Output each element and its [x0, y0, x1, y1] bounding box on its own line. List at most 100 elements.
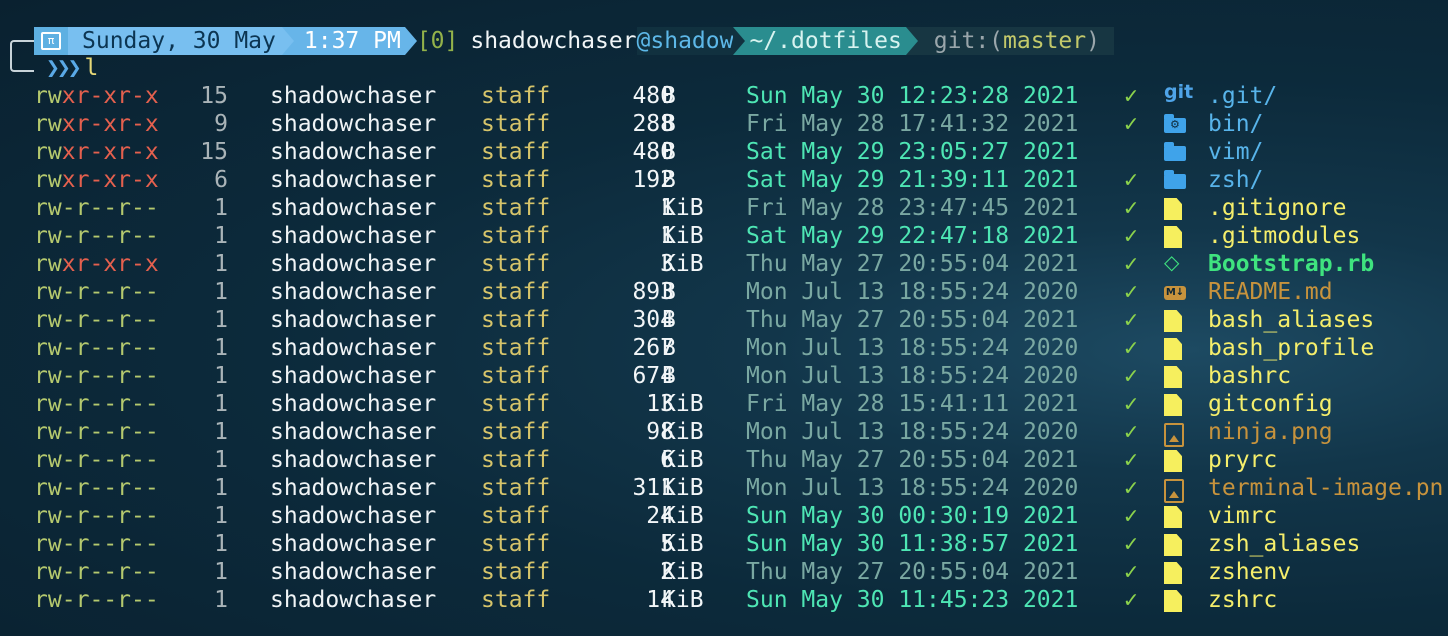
file-name[interactable]: Bootstrap.rb [1208, 250, 1374, 278]
file-name[interactable]: zsh_aliases [1208, 530, 1360, 558]
permissions: rw-r--r-- [34, 419, 159, 445]
permissions: rw-r--r-- [34, 279, 159, 305]
size-unit: B [662, 279, 676, 305]
git-status-check-icon: ✓ [1124, 167, 1138, 193]
permissions: rw-r--r-- [34, 503, 159, 529]
permissions: rwxr-xr-x [34, 83, 159, 109]
group: staff [481, 363, 551, 389]
prompt-host: @shadow [636, 27, 734, 55]
file-icon [1164, 226, 1182, 248]
list-item: rw-r--r-- 1 shadowchaser staff 24 KiB Sun May … [0, 502, 1448, 530]
owner: shadowchaser [270, 531, 437, 557]
modified-date: Thu May 27 20:55:04 2021 [746, 559, 1079, 585]
file-name[interactable]: bin/ [1208, 110, 1263, 138]
group: staff [481, 279, 551, 305]
file-name[interactable]: pryrc [1208, 446, 1277, 474]
group: staff [481, 587, 551, 613]
owner: shadowchaser [270, 251, 437, 277]
list-item: rw-r--r-- 1 shadowchaser staff 311 KiB Mon Jul… [0, 474, 1448, 503]
modified-date: Mon Jul 13 18:55:24 2020 [746, 363, 1079, 389]
modified-date: Sun May 30 11:38:57 2021 [746, 531, 1079, 557]
git-status-check-icon: ✓ [1124, 475, 1138, 501]
file-name[interactable]: .gitmodules [1208, 222, 1360, 250]
file-name[interactable]: zsh/ [1208, 166, 1263, 194]
shell-prompt: π Sunday, 30 May 1:37 PM [0] shadowchase… [34, 27, 1114, 55]
prompt-bracket [10, 40, 34, 72]
image-icon [1164, 479, 1184, 503]
group: staff [481, 251, 551, 277]
permissions: rw-r--r-- [34, 587, 159, 613]
modified-date: Sat May 29 22:47:18 2021 [746, 223, 1079, 249]
file-name[interactable]: terminal-image.pn [1208, 474, 1443, 502]
link-count: 1 [214, 391, 228, 417]
command-text[interactable]: l [85, 55, 99, 81]
file-name[interactable]: gitconfig [1208, 390, 1333, 418]
file-name[interactable]: ninja.png [1208, 418, 1333, 446]
list-item: rwxr-xr-x 9 shadowchaser staff 288 B Fri May 2… [0, 110, 1448, 139]
list-item: rw-r--r-- 1 shadowchaser staff 893 B Mon Jul 1… [0, 278, 1448, 306]
owner: shadowchaser [270, 363, 437, 389]
modified-date: Sun May 30 00:30:19 2021 [746, 503, 1079, 529]
git-status-check-icon: ✓ [1124, 503, 1138, 529]
link-count: 1 [214, 251, 228, 277]
git-branch: master [1003, 28, 1087, 54]
owner: shadowchaser [270, 195, 437, 221]
list-item: rw-r--r-- 1 shadowchaser staff 674 B Mon Jul 1… [0, 362, 1448, 390]
permissions: rw-r--r-- [34, 391, 159, 417]
git-status-check-icon: ✓ [1124, 335, 1138, 361]
owner: shadowchaser [270, 223, 437, 249]
size-unit: B [662, 139, 676, 165]
modified-date: Mon Jul 13 18:55:24 2020 [746, 475, 1079, 501]
git-status-check-icon: ✓ [1124, 587, 1138, 613]
file-name[interactable]: zshenv [1208, 558, 1291, 586]
file-name[interactable]: README.md [1208, 278, 1333, 306]
file-name[interactable]: vim/ [1208, 138, 1263, 166]
group: staff [481, 83, 551, 109]
size-unit: B [662, 167, 676, 193]
git-status-check-icon: ✓ [1124, 251, 1138, 277]
file-name[interactable]: zshrc [1208, 586, 1277, 614]
git-status-check-icon: ✓ [1124, 559, 1138, 585]
prompt-job-count: [0] [416, 28, 459, 54]
permissions: rw-r--r-- [34, 363, 159, 389]
group: staff [481, 111, 551, 137]
link-count: 6 [214, 167, 228, 193]
owner: shadowchaser [270, 139, 437, 165]
link-count: 1 [214, 223, 228, 249]
modified-date: Fri May 28 15:41:11 2021 [746, 391, 1079, 417]
size-unit: KiB [662, 531, 704, 557]
file-name[interactable]: bash_aliases [1208, 306, 1374, 334]
modified-date: Mon Jul 13 18:55:24 2020 [746, 419, 1079, 445]
owner: shadowchaser [270, 83, 437, 109]
owner: shadowchaser [270, 307, 437, 333]
link-count: 1 [214, 559, 228, 585]
file-name[interactable]: bash_profile [1208, 334, 1374, 362]
file-name[interactable]: .git/ [1208, 82, 1277, 110]
list-item: rwxr-xr-x 15 shadowchaser staff 480 B Sat May … [0, 138, 1448, 166]
size-unit: B [662, 363, 676, 389]
owner: shadowchaser [270, 167, 437, 193]
git-icon: git [1164, 81, 1194, 103]
file-name[interactable]: bashrc [1208, 362, 1291, 390]
powerline-arrow-icon [404, 27, 417, 55]
list-item: rw-r--r-- 1 shadowchaser staff 98 KiB Mon Jul … [0, 418, 1448, 447]
command-line[interactable]: ❯❯❯ l [46, 55, 98, 81]
size-unit: KiB [662, 419, 704, 445]
folder-icon [1164, 142, 1186, 161]
link-count: 1 [214, 363, 228, 389]
file-name[interactable]: vimrc [1208, 502, 1277, 530]
list-item: rwxr-xr-x 1 shadowchaser staff 3 KiB Thu May 2… [0, 250, 1448, 278]
permissions: rwxr-xr-x [34, 111, 159, 137]
group: staff [481, 195, 551, 221]
group: staff [481, 223, 551, 249]
file-name[interactable]: .gitignore [1208, 194, 1346, 222]
git-status-check-icon: ✓ [1124, 223, 1138, 249]
link-count: 1 [214, 279, 228, 305]
permissions: rw-r--r-- [34, 223, 159, 249]
permissions: rw-r--r-- [34, 335, 159, 361]
size-unit: KiB [662, 587, 704, 613]
terminal-window[interactable]: π Sunday, 30 May 1:37 PM [0] shadowchase… [0, 0, 1448, 636]
prompt-time: 1:37 PM [293, 27, 405, 55]
modified-date: Sun May 30 11:45:23 2021 [746, 587, 1079, 613]
git-status-check-icon: ✓ [1124, 531, 1138, 557]
